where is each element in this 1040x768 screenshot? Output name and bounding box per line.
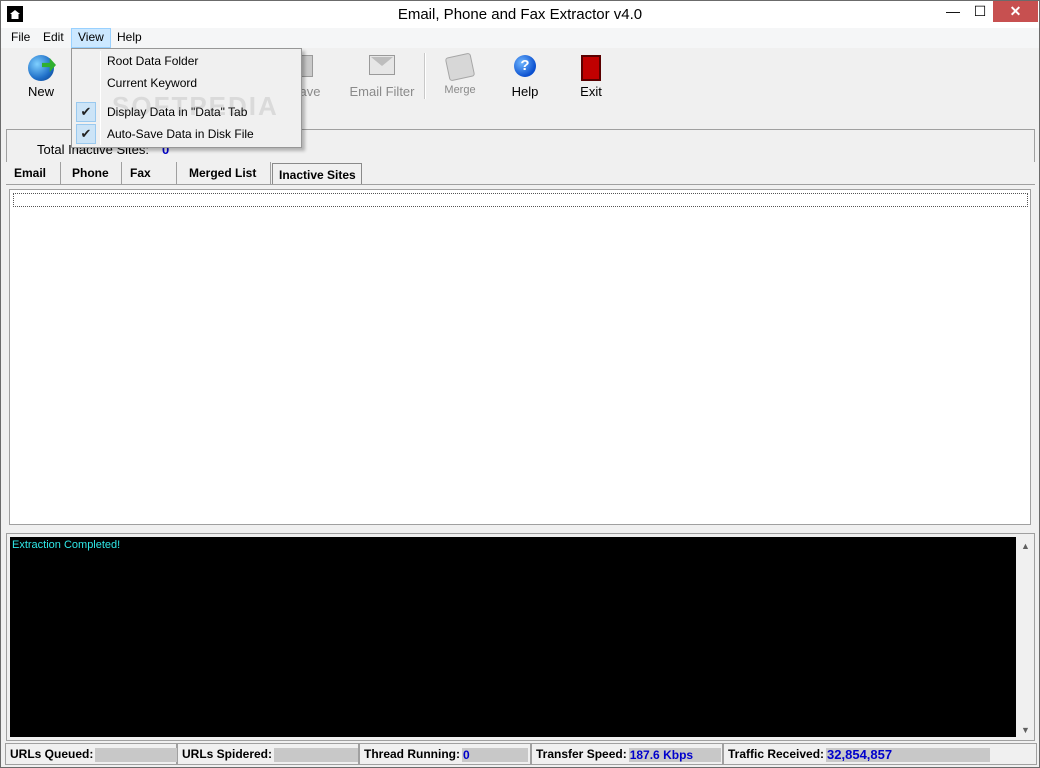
merge-icon [444, 52, 476, 82]
tab-email[interactable]: Email [6, 162, 61, 184]
exit-label: Exit [580, 84, 602, 99]
inactive-sites-list[interactable] [9, 189, 1031, 525]
traffic-received-cell: Traffic Received: 32,854,857 [723, 743, 1037, 765]
softpedia-watermark: SOFTPEDIA [112, 91, 279, 121]
new-button[interactable]: New [15, 49, 67, 103]
thread-running-label: Thread Running: [364, 747, 460, 761]
maximize-button[interactable]: ☐ [967, 1, 993, 22]
urls-spidered-value [274, 747, 359, 762]
checkmark-icon: ✔ [76, 102, 96, 122]
merge-label: Merge [444, 84, 476, 96]
envelope-icon [369, 55, 395, 75]
transfer-speed-cell: Transfer Speed: 187.6 Kbps [531, 743, 723, 765]
globe-icon [28, 55, 54, 81]
status-bar: URLs Queued: URLs Spidered: Thread Runni… [3, 743, 1037, 765]
scroll-up-arrow-icon[interactable]: ▲ [1018, 539, 1033, 553]
tab-phone[interactable]: Phone [64, 162, 122, 184]
urls-queued-cell: URLs Queued: [5, 743, 178, 765]
email-filter-button[interactable]: Email Filter [344, 49, 420, 103]
menu-edit[interactable]: Edit [37, 28, 70, 48]
log-panel: Extraction Completed! ▲ ▼ [6, 533, 1035, 741]
title-bar: Email, Phone and Fax Extractor v4.0 — ☐ … [1, 1, 1039, 28]
window-title: Email, Phone and Fax Extractor v4.0 [397, 6, 643, 23]
tab-fax[interactable]: Fax [122, 162, 177, 184]
thread-running-cell: Thread Running: 0 [359, 743, 531, 765]
email-filter-label: Email Filter [349, 84, 415, 99]
tab-merged-list[interactable]: Merged List [181, 162, 271, 184]
urls-queued-label: URLs Queued: [10, 747, 94, 761]
log-scrollbar[interactable]: ▲ ▼ [1018, 537, 1033, 737]
menu-view[interactable]: View [71, 28, 111, 48]
app-window: Email, Phone and Fax Extractor v4.0 — ☐ … [0, 0, 1040, 768]
view-menu-dropdown: Root Data Folder Current Keyword ✔ Displ… [71, 48, 302, 148]
scroll-down-arrow-icon[interactable]: ▼ [1018, 723, 1033, 737]
tab-strip: Email Phone Fax Merged List Inactive Sit… [6, 161, 1035, 185]
exit-button[interactable]: Exit [567, 49, 615, 103]
menu-item-label: Auto-Save Data in Disk File [107, 127, 254, 141]
traffic-received-label: Traffic Received: [728, 747, 825, 761]
menu-bar: File Edit View Help [1, 28, 1039, 48]
menu-item-label: Root Data Folder [107, 54, 199, 68]
help-button[interactable]: ? Help [501, 49, 549, 103]
log-line: Extraction Completed! [12, 539, 121, 551]
urls-spidered-cell: URLs Spidered: [177, 743, 359, 765]
help-label: Help [511, 84, 539, 99]
merge-button[interactable]: Merge [437, 49, 483, 103]
menu-item-root-data-folder[interactable]: Root Data Folder [74, 50, 300, 72]
close-button[interactable]: ✕ [993, 1, 1038, 22]
transfer-speed-label: Transfer Speed: [536, 747, 627, 761]
checkmark-icon: ✔ [76, 124, 96, 144]
tab-inactive-sites[interactable]: Inactive Sites [272, 163, 362, 185]
exit-door-icon [581, 55, 601, 81]
menu-file[interactable]: File [5, 28, 36, 48]
urls-queued-value [95, 747, 178, 762]
menu-help[interactable]: Help [111, 28, 148, 48]
transfer-speed-value: 187.6 Kbps [629, 747, 694, 762]
menu-item-auto-save[interactable]: ✔ Auto-Save Data in Disk File [74, 123, 300, 145]
toolbar-separator [424, 53, 426, 99]
minimize-button[interactable]: — [939, 1, 967, 22]
tab-divider [6, 184, 1035, 185]
log-output[interactable]: Extraction Completed! [10, 537, 1016, 737]
traffic-received-value: 32,854,857 [827, 746, 893, 762]
urls-spidered-label: URLs Spidered: [182, 747, 273, 761]
list-item[interactable] [13, 193, 1028, 207]
help-icon: ? [514, 55, 536, 77]
new-label: New [27, 84, 54, 99]
thread-running-value: 0 [463, 747, 470, 762]
